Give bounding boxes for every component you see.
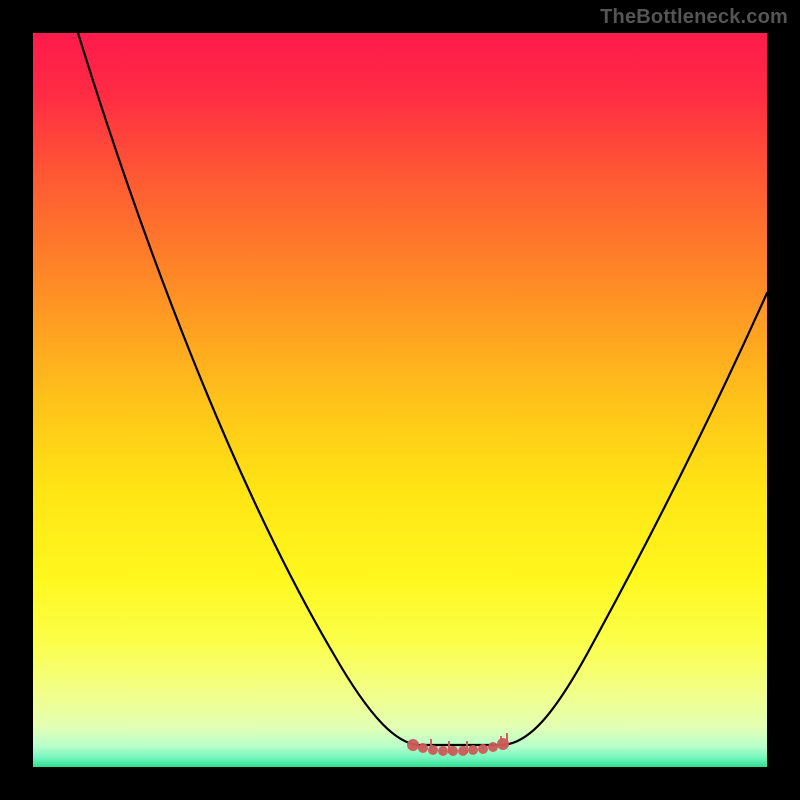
- chart-svg: [33, 33, 767, 767]
- gradient-background: [33, 33, 767, 767]
- plot-area: [33, 33, 767, 767]
- watermark-text: TheBottleneck.com: [600, 6, 788, 29]
- chart-frame: TheBottleneck.com: [0, 0, 800, 800]
